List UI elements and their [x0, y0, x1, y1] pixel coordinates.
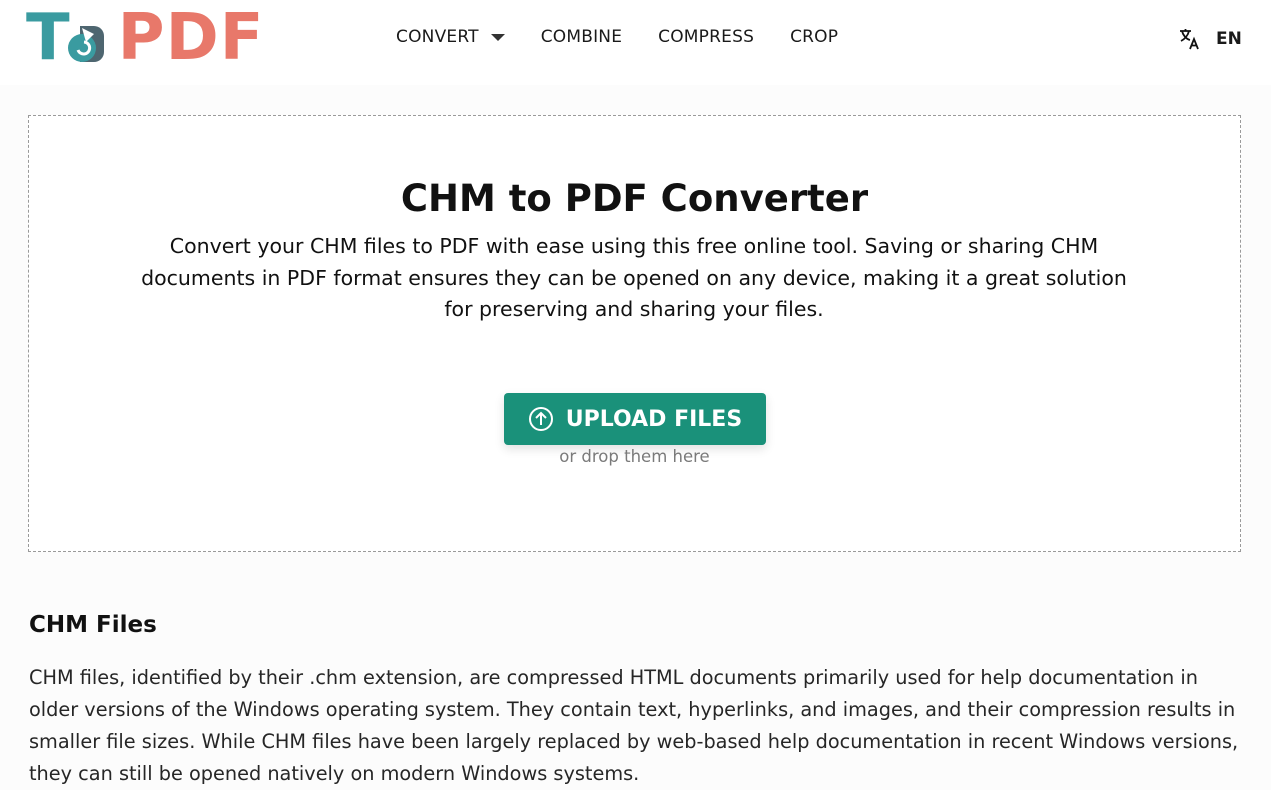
- main-nav: CONVERT COMBINE COMPRESS CROP: [396, 27, 838, 47]
- upload-files-label: UPLOAD FILES: [565, 406, 743, 432]
- upload-files-button[interactable]: UPLOAD FILES: [504, 393, 766, 445]
- file-dropzone[interactable]: CHM to PDF Converter Convert your CHM fi…: [28, 115, 1241, 552]
- nav-compress[interactable]: COMPRESS: [658, 27, 754, 47]
- page-title: CHM to PDF Converter: [400, 177, 869, 220]
- upload-icon: [528, 407, 553, 431]
- logo-convert-icon: [67, 26, 104, 62]
- nav-crop-label: CROP: [790, 27, 839, 47]
- nav-combine-label: COMBINE: [540, 27, 623, 47]
- caret-down-icon: [490, 33, 505, 41]
- nav-compress-label: COMPRESS: [658, 27, 755, 47]
- nav-convert-label: CONVERT: [396, 27, 479, 47]
- translate-icon: [1180, 29, 1199, 50]
- nav-crop[interactable]: CROP: [790, 27, 838, 47]
- logo-text-pdf: PDF: [117, 1, 265, 75]
- language-label: EN: [1216, 29, 1242, 49]
- section-title: CHM Files: [29, 612, 157, 638]
- section-body: CHM files, identified by their .chm exte…: [29, 666, 1239, 785]
- site-header: T PDF CONVERT COMBINE COMPRESS CROP EN: [0, 0, 1271, 85]
- page-description: Convert your CHM files to PDF with ease …: [141, 234, 1127, 321]
- nav-combine[interactable]: COMBINE: [541, 27, 622, 47]
- nav-convert[interactable]: CONVERT: [396, 27, 505, 47]
- drop-hint: or drop them here: [559, 447, 710, 466]
- logo-letter-t: T: [26, 1, 70, 75]
- language-selector[interactable]: EN: [1178, 27, 1242, 51]
- logo[interactable]: T PDF: [26, 1, 265, 75]
